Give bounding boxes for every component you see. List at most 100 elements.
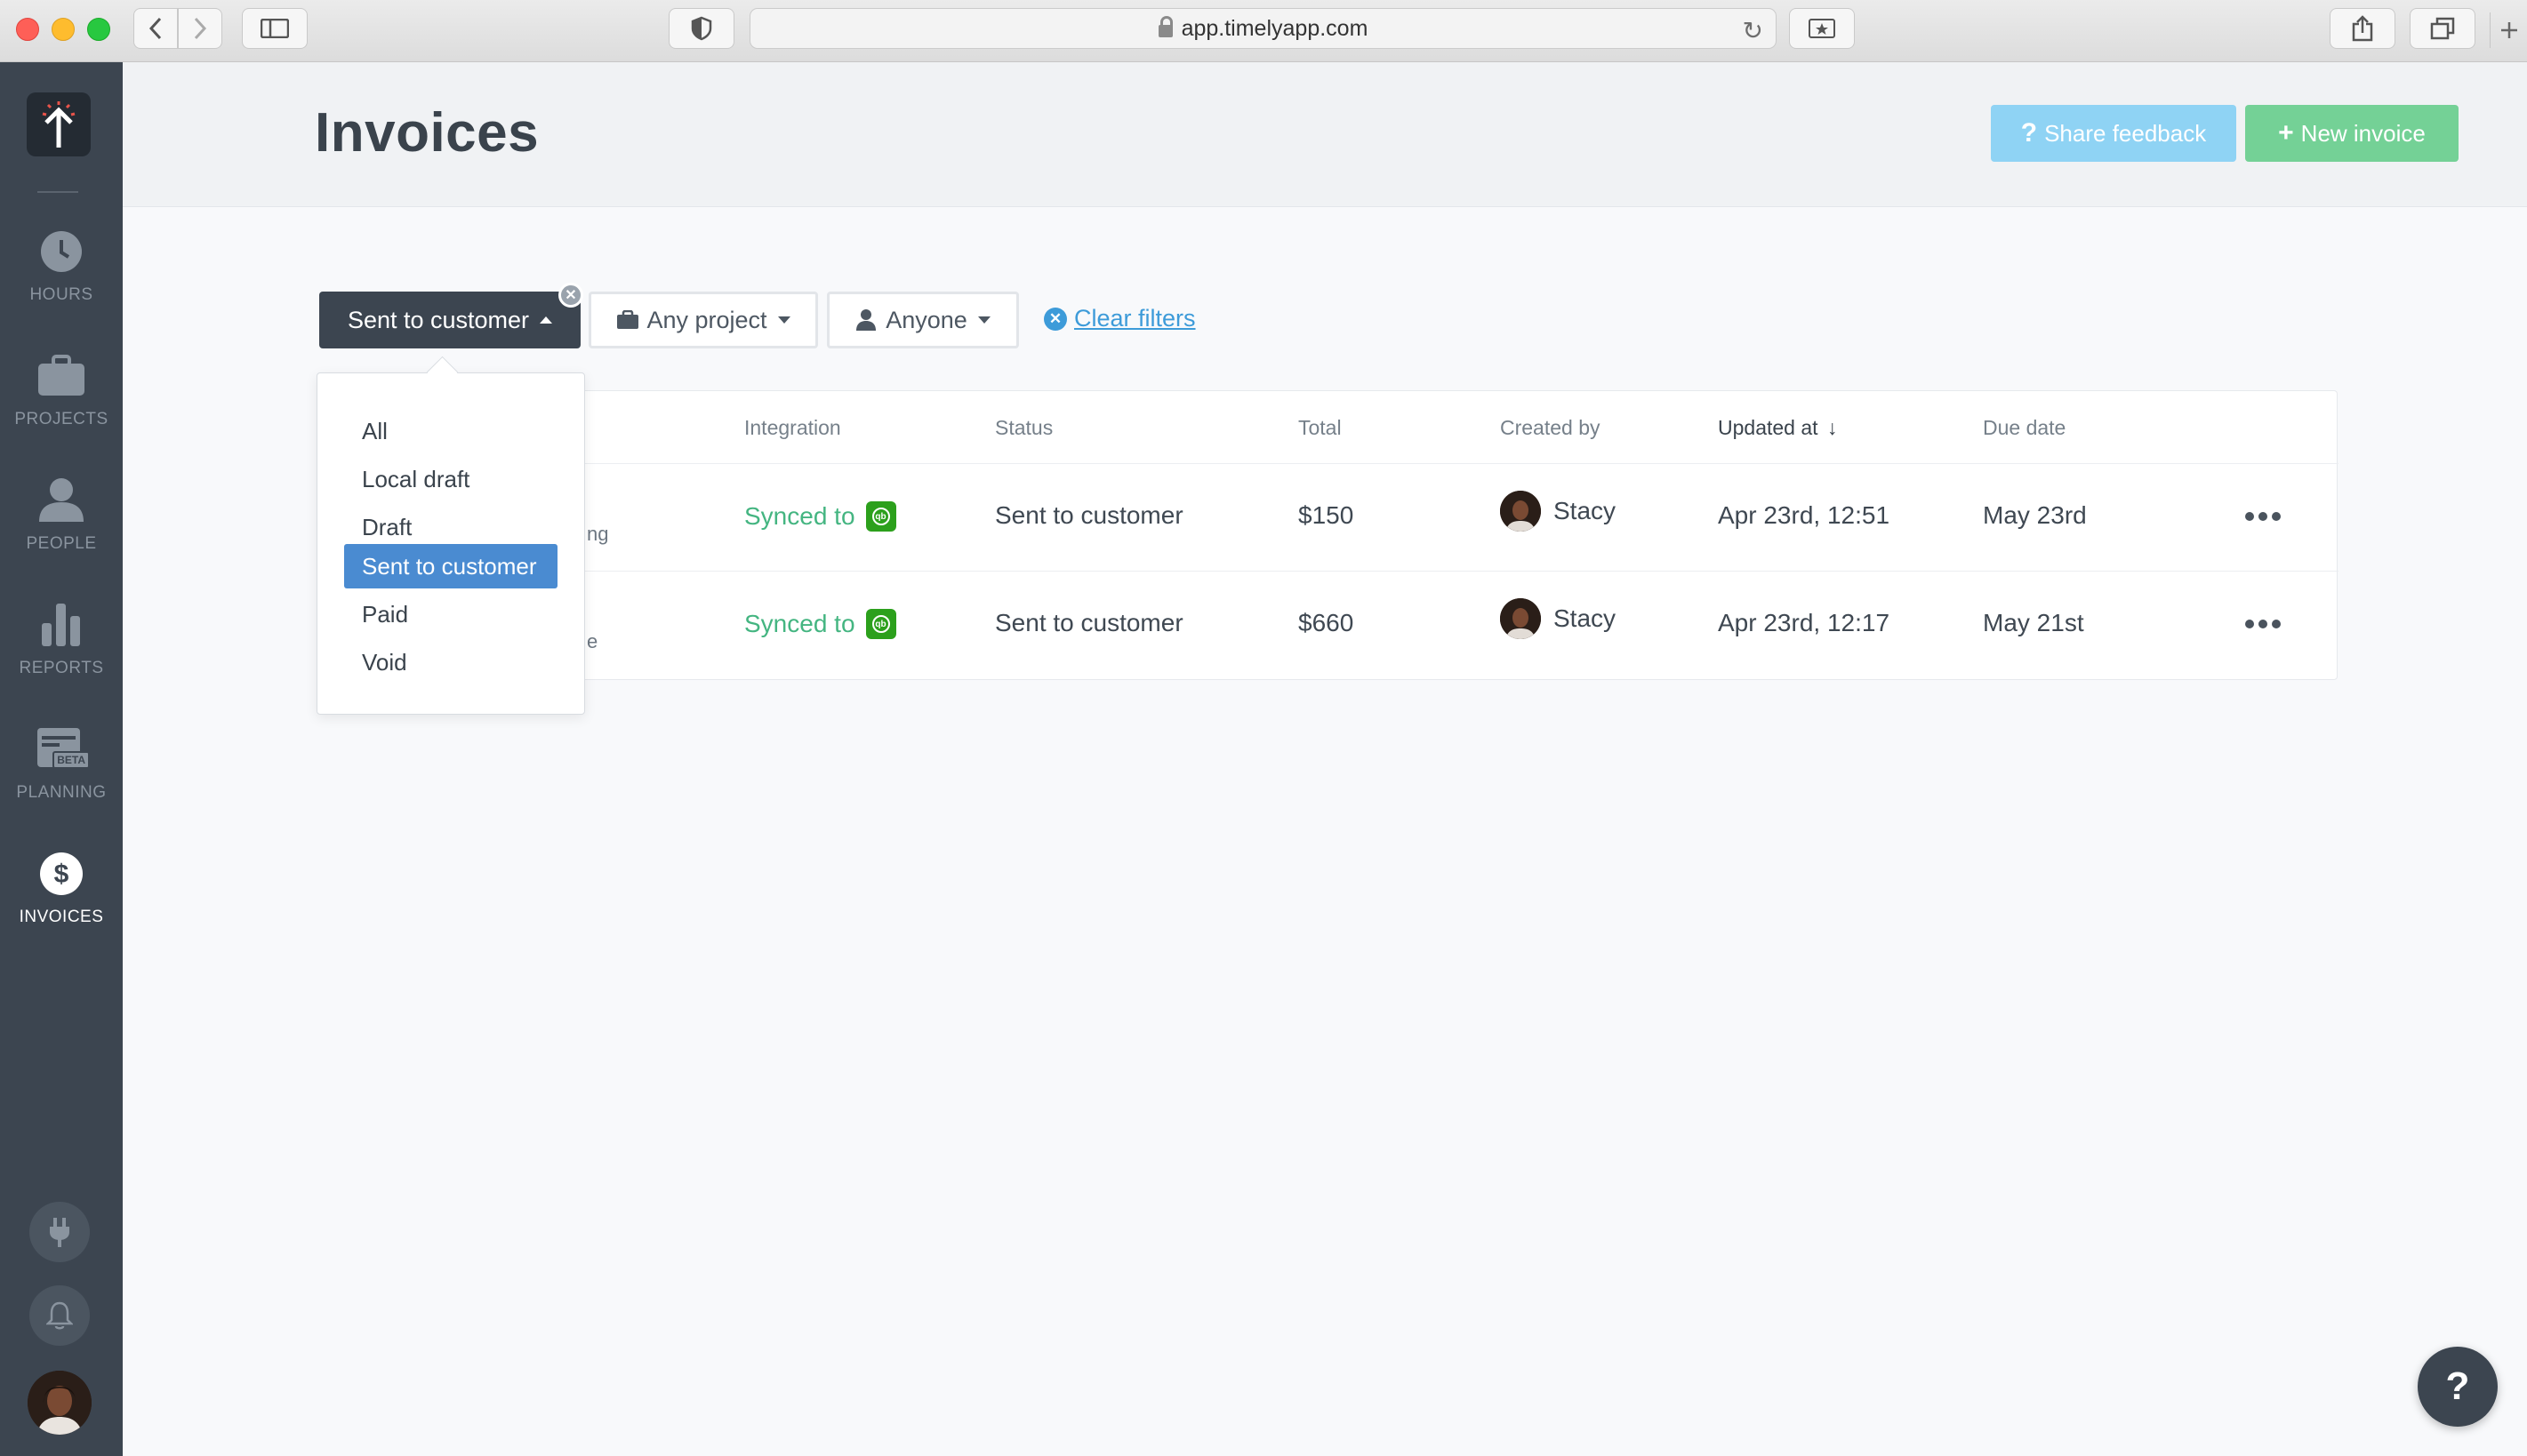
- clear-filters-link[interactable]: ✕ Clear filters: [1044, 305, 1196, 332]
- created-by-cell: Stacy: [1500, 491, 1616, 532]
- sidebar-item-invoices[interactable]: $ INVOICES: [0, 849, 123, 927]
- synced-label: Synced to: [744, 502, 855, 530]
- help-button[interactable]: ?: [2418, 1347, 2498, 1427]
- sidebar-item-hours[interactable]: HOURS: [0, 227, 123, 305]
- project-filter[interactable]: Any project: [589, 292, 818, 348]
- clock-icon: [36, 227, 86, 276]
- sidebar-item-label: INVOICES: [19, 908, 104, 926]
- integration-cell[interactable]: Synced to qb: [744, 609, 896, 639]
- updated-at-cell: Apr 23rd, 12:51: [1718, 501, 1890, 529]
- sidebar-item-reports[interactable]: REPORTS: [0, 600, 123, 678]
- url-text: app.timelyapp.com: [1181, 15, 1368, 41]
- notifications-button[interactable]: [29, 1285, 90, 1346]
- plus-icon: +: [2278, 118, 2294, 148]
- due-date-cell: May 23rd: [1983, 501, 2087, 529]
- privacy-report-button[interactable]: [669, 8, 734, 49]
- chevron-right-icon: [194, 17, 207, 40]
- calendar-icon: BETA: [36, 724, 90, 774]
- dropdown-option-sent-to-customer[interactable]: Sent to customer: [344, 544, 558, 588]
- question-icon: ?: [2020, 118, 2038, 148]
- updated-at-label: Updated at: [1718, 416, 1818, 439]
- sidebar-item-label: HOURS: [29, 285, 93, 304]
- new-tab-button[interactable]: [2490, 12, 2527, 48]
- close-window-button[interactable]: [16, 18, 39, 41]
- sidebar-item-label: PLANNING: [16, 783, 107, 802]
- creator-name: Stacy: [1553, 604, 1616, 632]
- sidebar-item-planning[interactable]: BETA PLANNING: [0, 724, 123, 803]
- column-header-total[interactable]: Total: [1298, 416, 1342, 440]
- row-more-options-icon[interactable]: [2245, 512, 2281, 521]
- project-filter-label: Any project: [646, 306, 767, 333]
- dropdown-option-void[interactable]: Void: [344, 640, 558, 684]
- lock-icon: [1158, 16, 1173, 37]
- creator-name: Stacy: [1553, 497, 1616, 524]
- dropdown-option-all[interactable]: All: [344, 409, 558, 453]
- user-avatar[interactable]: [28, 1371, 92, 1435]
- sidebar-item-label: PEOPLE: [26, 534, 97, 553]
- column-header-integration[interactable]: Integration: [744, 416, 841, 440]
- updated-at-cell: Apr 23rd, 12:17: [1718, 609, 1890, 636]
- share-icon: [2352, 15, 2373, 42]
- table-row[interactable]: ng Synced to qb Sent to customer $150 St…: [320, 463, 2338, 571]
- timely-logo-icon: [42, 101, 76, 148]
- clear-filters-label: Clear filters: [1074, 305, 1196, 332]
- created-by-cell: Stacy: [1500, 598, 1616, 639]
- dropdown-option-paid[interactable]: Paid: [344, 592, 558, 636]
- beta-badge: BETA: [52, 751, 90, 769]
- dropdown-option-draft[interactable]: Draft: [344, 505, 558, 549]
- integration-cell[interactable]: Synced to qb: [744, 501, 896, 532]
- integrations-button[interactable]: [29, 1202, 90, 1262]
- quickbooks-icon: qb: [865, 609, 896, 639]
- app-sidebar: HOURS PROJECTS PEOPLE REPORTS BETA PLANN…: [0, 62, 123, 1456]
- forward-button[interactable]: [178, 8, 222, 49]
- person-filter[interactable]: Anyone: [827, 292, 1019, 348]
- bar-chart-icon: [36, 600, 86, 650]
- timely-logo[interactable]: [27, 92, 91, 156]
- clear-status-filter-icon[interactable]: ✕: [558, 283, 583, 308]
- due-date-cell: May 21st: [1983, 609, 2084, 636]
- sidebar-divider: [37, 191, 78, 193]
- column-header-created-by[interactable]: Created by: [1500, 416, 1600, 440]
- reload-icon[interactable]: ↻: [1743, 16, 1763, 45]
- reader-button[interactable]: [1789, 8, 1855, 49]
- row-more-options-icon[interactable]: [2245, 620, 2281, 628]
- maximize-window-button[interactable]: [87, 18, 110, 41]
- page-header: Invoices ? Share feedback + New invoice: [123, 62, 2527, 207]
- shield-icon: [691, 16, 712, 41]
- total-cell: $660: [1298, 609, 1354, 636]
- caret-down-icon: [977, 316, 991, 324]
- briefcase-icon: [617, 310, 639, 329]
- status-cell: Sent to customer: [995, 501, 1183, 529]
- column-header-updated-at[interactable]: Updated at ↓: [1718, 416, 1837, 440]
- column-header-due-date[interactable]: Due date: [1983, 416, 2066, 440]
- creator-avatar: [1500, 598, 1541, 639]
- status-cell: Sent to customer: [995, 609, 1183, 636]
- row-client-partial: ng: [587, 523, 609, 545]
- new-invoice-button[interactable]: + New invoice: [2245, 105, 2459, 162]
- person-icon: [856, 309, 877, 331]
- caret-down-icon: [777, 316, 790, 324]
- tabs-overview-button[interactable]: [2410, 8, 2475, 49]
- sidebar-toggle-button[interactable]: [242, 8, 308, 49]
- column-header-status[interactable]: Status: [995, 416, 1053, 440]
- sidebar-item-people[interactable]: PEOPLE: [0, 476, 123, 554]
- new-invoice-label: New invoice: [2300, 119, 2426, 147]
- creator-avatar: [1500, 491, 1541, 532]
- table-row[interactable]: e Synced to qb Sent to customer $660 Sta…: [320, 571, 2338, 678]
- minimize-window-button[interactable]: [52, 18, 75, 41]
- quickbooks-icon: qb: [865, 501, 896, 532]
- share-page-button[interactable]: [2330, 8, 2395, 49]
- sort-down-arrow-icon: ↓: [1826, 416, 1838, 439]
- back-button[interactable]: [133, 8, 178, 49]
- bell-icon: [46, 1301, 73, 1330]
- sidebar-item-label: REPORTS: [19, 659, 104, 677]
- address-bar[interactable]: app.timelyapp.com ↻: [750, 8, 1777, 49]
- sidebar-item-projects[interactable]: PROJECTS: [0, 351, 123, 429]
- plug-icon: [50, 1218, 69, 1247]
- chevron-left-icon: [148, 17, 162, 40]
- status-filter[interactable]: Sent to customer: [319, 292, 581, 348]
- browser-toolbar: app.timelyapp.com ↻: [0, 0, 2527, 62]
- dropdown-option-local-draft[interactable]: Local draft: [344, 457, 558, 501]
- share-feedback-button[interactable]: ? Share feedback: [1991, 105, 2236, 162]
- status-filter-label: Sent to customer: [347, 306, 530, 333]
